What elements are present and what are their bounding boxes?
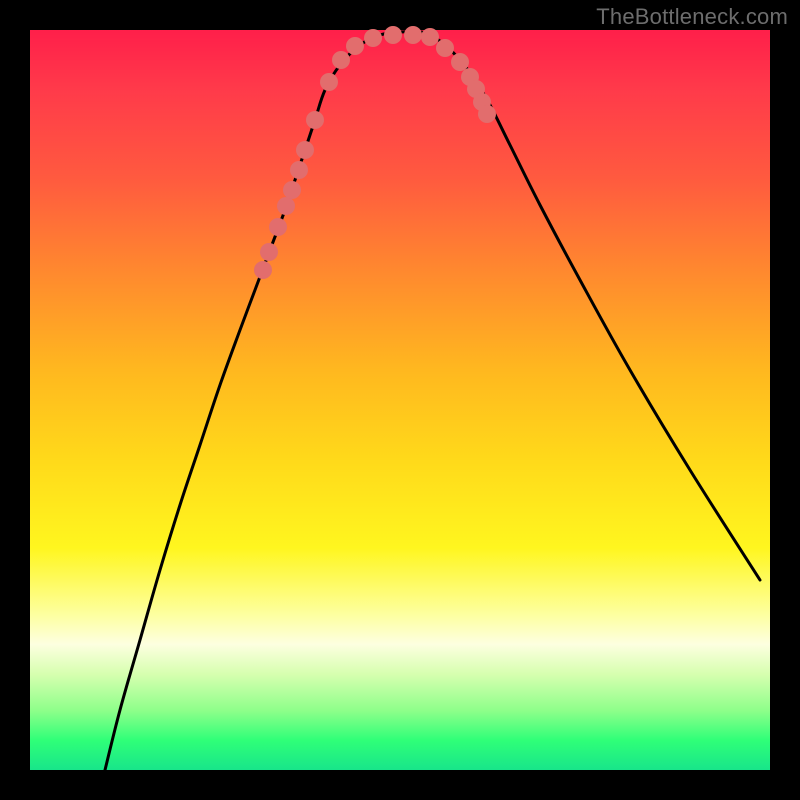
data-point: [277, 197, 295, 215]
plot-area: [30, 30, 770, 770]
data-point: [320, 73, 338, 91]
data-point: [306, 111, 324, 129]
bottleneck-curve: [105, 32, 760, 770]
data-point: [404, 26, 422, 44]
data-point: [436, 39, 454, 57]
chart-frame: TheBottleneck.com: [0, 0, 800, 800]
data-points-group: [254, 26, 496, 279]
watermark-text: TheBottleneck.com: [596, 4, 788, 30]
data-point: [296, 141, 314, 159]
data-point: [421, 28, 439, 46]
data-point: [332, 51, 350, 69]
data-point: [451, 53, 469, 71]
data-point: [290, 161, 308, 179]
data-point: [384, 26, 402, 44]
data-point: [478, 105, 496, 123]
data-point: [364, 29, 382, 47]
data-point: [254, 261, 272, 279]
chart-svg: [30, 30, 770, 770]
data-point: [346, 37, 364, 55]
data-point: [283, 181, 301, 199]
data-point: [260, 243, 278, 261]
data-point: [269, 218, 287, 236]
